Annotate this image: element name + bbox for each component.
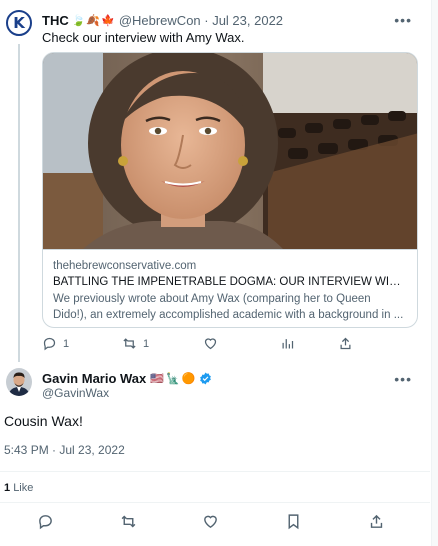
retweet-count: 1 — [143, 337, 150, 350]
heart-icon — [204, 338, 217, 350]
main-tweet-text: Cousin Wax! — [4, 413, 83, 429]
card-description: We previously wrote about Amy Wax (compa… — [53, 293, 404, 321]
analytics-icon — [282, 339, 294, 349]
scrollbar-track[interactable] — [431, 0, 438, 546]
verified-badge-icon[interactable] — [199, 372, 212, 385]
parent-handle-date[interactable]: @HebrewCon · Jul 23, 2022 — [119, 13, 283, 28]
share-button[interactable] — [338, 336, 353, 351]
parent-display-name[interactable]: THC — [42, 13, 69, 28]
parent-tweet-text: Check our interview with Amy Wax. — [42, 30, 245, 45]
retweet-button[interactable] — [120, 513, 137, 530]
link-preview-card[interactable]: thehebrewconservative.com BATTLING THE I… — [42, 52, 418, 328]
likes-count: 1 — [4, 482, 11, 494]
likes-summary[interactable]: 1 Like — [4, 482, 33, 494]
retweet-icon — [123, 338, 136, 349]
reply-button[interactable] — [37, 513, 54, 530]
divider — [0, 502, 430, 503]
like-button[interactable] — [203, 336, 218, 351]
card-domain: thehebrewconservative.com — [53, 260, 197, 272]
tweet-timestamp[interactable]: 5:43 PM · Jul 23, 2022 — [4, 443, 125, 457]
reply-button[interactable]: 1 — [42, 336, 69, 351]
flag-emoji: 🇺🇸 — [150, 373, 164, 385]
thc-avatar[interactable]: K — [6, 10, 32, 36]
views-button[interactable] — [280, 336, 295, 351]
share-icon — [340, 337, 351, 350]
card-title: BATTLING THE IMPENETRABLE DOGMA: OUR INT… — [53, 276, 407, 288]
main-handle[interactable]: @GavinWax — [42, 386, 109, 400]
card-text-area: thehebrewconservative.com BATTLING THE I… — [43, 249, 417, 327]
name-badges: 🇺🇸 🗽 🟠 — [150, 372, 212, 385]
card-image — [43, 53, 417, 249]
main-display-name[interactable]: Gavin Mario Wax — [42, 371, 146, 386]
retweet-icon — [121, 515, 136, 528]
main-tweet-actions — [0, 513, 430, 535]
thread-connector-line — [18, 44, 20, 362]
divider — [0, 471, 430, 472]
reply-icon — [43, 337, 56, 351]
bookmark-button[interactable] — [285, 513, 302, 530]
reply-count: 1 — [63, 337, 70, 350]
parent-tweet-header: THC 🍃🍂🍁 @HebrewCon · Jul 23, 2022 ••• — [42, 11, 426, 29]
statue-emoji: 🗽 — [165, 373, 180, 385]
share-icon — [370, 514, 383, 528]
retweet-button[interactable]: 1 — [122, 336, 149, 351]
more-options-icon[interactable]: ••• — [394, 371, 412, 387]
like-button[interactable] — [202, 513, 219, 530]
main-tweet-header: Gavin Mario Wax 🇺🇸 🗽 🟠 ••• — [42, 371, 426, 387]
gavin-avatar[interactable] — [6, 368, 32, 396]
likes-label: Like — [13, 482, 34, 494]
more-options-icon[interactable]: ••• — [394, 12, 412, 28]
bookmark-icon — [288, 514, 299, 530]
share-button[interactable] — [368, 513, 385, 530]
reply-icon — [39, 515, 52, 530]
orange-emoji: 🟠 — [181, 373, 196, 385]
heart-icon — [204, 515, 217, 529]
parent-tweet-actions: 1 1 — [42, 336, 418, 356]
avatar-letter: K — [13, 14, 25, 32]
name-emoji: 🍃🍂🍁 — [71, 14, 116, 27]
